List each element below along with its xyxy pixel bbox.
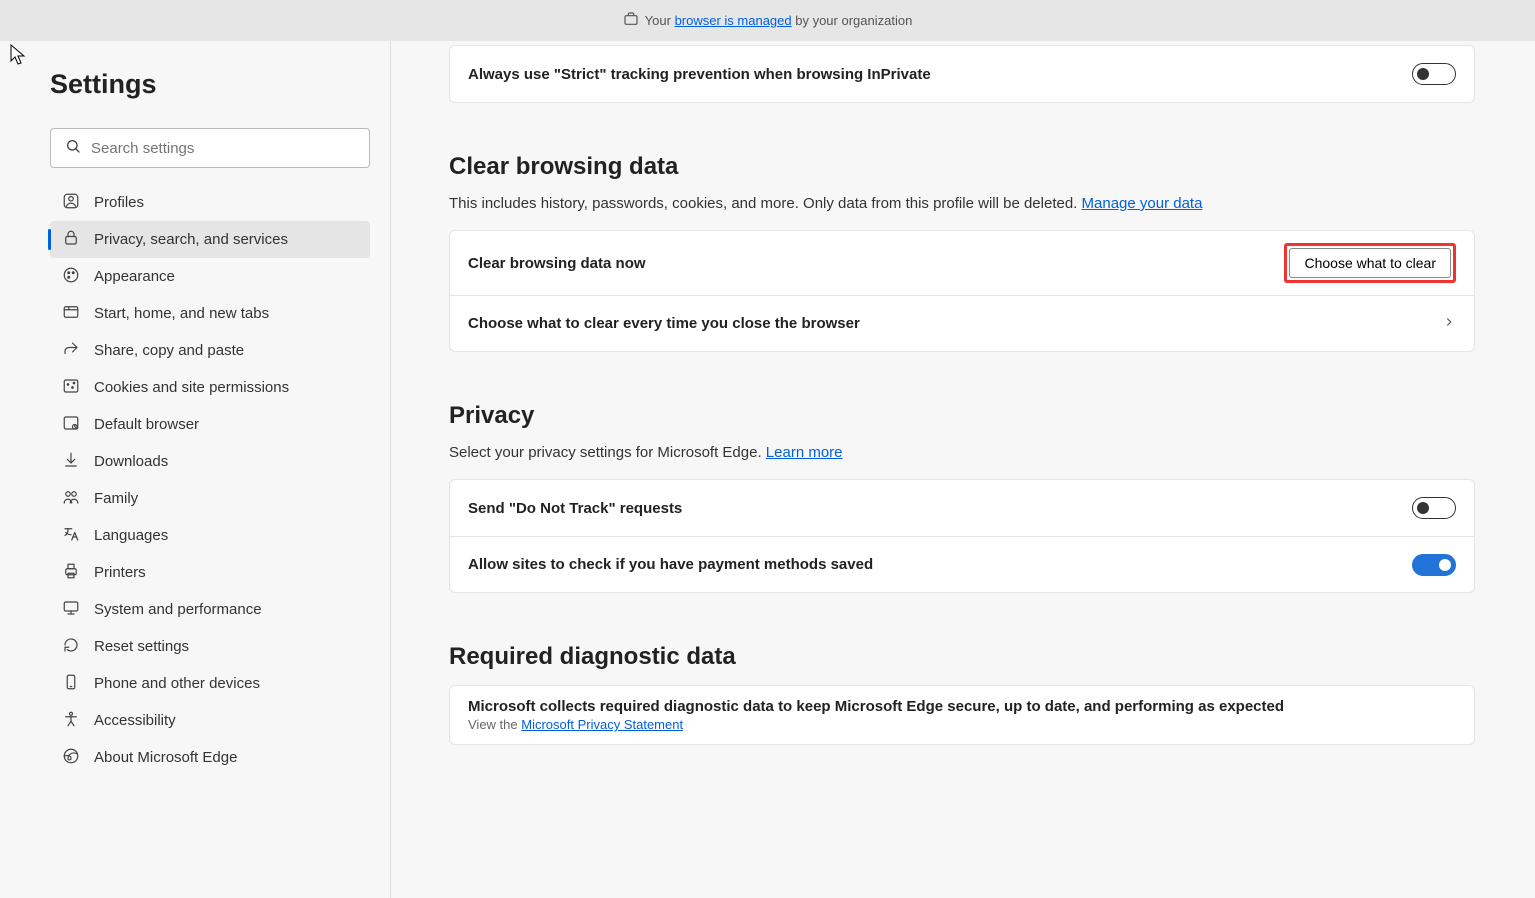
family-icon [62,488,80,510]
sidebar-item-label: Phone and other devices [94,675,260,692]
sidebar-item-label: Downloads [94,453,168,470]
chevron-right-icon [1442,315,1456,333]
system-icon [62,599,80,621]
profile-icon [62,192,80,214]
sidebar-item-label: Accessibility [94,712,176,729]
search-settings-input[interactable] [91,140,355,157]
tabs-icon [62,303,80,325]
sidebar-item-label: Languages [94,527,168,544]
sidebar-item-share[interactable]: Share, copy and paste [50,332,370,369]
sidebar-item-label: Privacy, search, and services [94,231,288,248]
sidebar-item-palette[interactable]: Appearance [50,258,370,295]
privacy-card: Send "Do Not Track" requests Allow sites… [449,479,1475,593]
browser-managed-link[interactable]: browser is managed [675,13,792,28]
sidebar-item-lock[interactable]: Privacy, search, and services [50,221,370,258]
sidebar: Settings Profiles Privacy, search, and se… [0,41,391,898]
diagnostic-card: Microsoft collects required diagnostic d… [449,685,1475,745]
clear-data-title: Clear browsing data [449,153,1475,181]
sidebar-item-phone[interactable]: Phone and other devices [50,665,370,702]
download-icon [62,451,80,473]
diagnostic-desc: Microsoft collects required diagnostic d… [468,698,1284,715]
briefcase-icon [623,11,639,30]
sidebar-item-label: About Microsoft Edge [94,749,237,766]
edge-icon [62,747,80,769]
sidebar-item-cookies[interactable]: Cookies and site permissions [50,369,370,406]
privacy-statement-link[interactable]: Microsoft Privacy Statement [521,717,683,732]
diagnostic-title: Required diagnostic data [449,643,1475,671]
managed-banner: Your browser is managed by your organiza… [0,0,1535,41]
privacy-desc: Select your privacy settings for Microso… [449,444,1475,461]
clear-data-desc: This includes history, passwords, cookie… [449,195,1475,212]
sidebar-item-browser[interactable]: Default browser [50,406,370,443]
accessibility-icon [62,710,80,732]
sidebar-item-label: Default browser [94,416,199,433]
cookies-icon [62,377,80,399]
sidebar-item-lang[interactable]: Languages [50,517,370,554]
sidebar-item-label: Profiles [94,194,144,211]
sidebar-item-system[interactable]: System and performance [50,591,370,628]
sidebar-item-label: Printers [94,564,146,581]
dnt-label: Send "Do Not Track" requests [468,500,682,517]
highlight-choose-what-to-clear: Choose what to clear [1284,243,1456,283]
sidebar-item-printer[interactable]: Printers [50,554,370,591]
sidebar-item-edge[interactable]: About Microsoft Edge [50,739,370,776]
strict-tracking-label: Always use "Strict" tracking prevention … [468,66,931,83]
sidebar-item-label: Cookies and site permissions [94,379,289,396]
sidebar-item-label: Reset settings [94,638,189,655]
printer-icon [62,562,80,584]
palette-icon [62,266,80,288]
clear-on-close-row[interactable]: Choose what to clear every time you clos… [450,295,1474,351]
phone-icon [62,673,80,695]
strict-tracking-toggle[interactable] [1412,63,1456,85]
share-icon [62,340,80,362]
sidebar-item-label: Appearance [94,268,175,285]
dnt-toggle[interactable] [1412,497,1456,519]
search-settings-box[interactable] [50,128,370,168]
sidebar-item-tabs[interactable]: Start, home, and new tabs [50,295,370,332]
settings-content: Always use "Strict" tracking prevention … [391,41,1535,898]
lang-icon [62,525,80,547]
sidebar-item-download[interactable]: Downloads [50,443,370,480]
search-icon [65,138,81,159]
choose-what-to-clear-button[interactable]: Choose what to clear [1289,248,1451,278]
sidebar-item-label: Family [94,490,138,507]
sidebar-item-label: Start, home, and new tabs [94,305,269,322]
sidebar-item-label: System and performance [94,601,262,618]
sidebar-item-profile[interactable]: Profiles [50,184,370,221]
privacy-title: Privacy [449,402,1475,430]
reset-icon [62,636,80,658]
privacy-learn-more-link[interactable]: Learn more [766,444,843,461]
clear-now-row: Clear browsing data now Choose what to c… [450,231,1474,295]
sidebar-item-reset[interactable]: Reset settings [50,628,370,665]
sidebar-item-accessibility[interactable]: Accessibility [50,702,370,739]
settings-title: Settings [50,69,370,100]
strict-tracking-card: Always use "Strict" tracking prevention … [449,45,1475,103]
payment-toggle[interactable] [1412,554,1456,576]
manage-data-link[interactable]: Manage your data [1082,195,1203,212]
lock-icon [62,229,80,251]
sidebar-item-family[interactable]: Family [50,480,370,517]
sidebar-item-label: Share, copy and paste [94,342,244,359]
browser-icon [62,414,80,436]
clear-data-card: Clear browsing data now Choose what to c… [449,230,1475,352]
payment-label: Allow sites to check if you have payment… [468,556,873,573]
